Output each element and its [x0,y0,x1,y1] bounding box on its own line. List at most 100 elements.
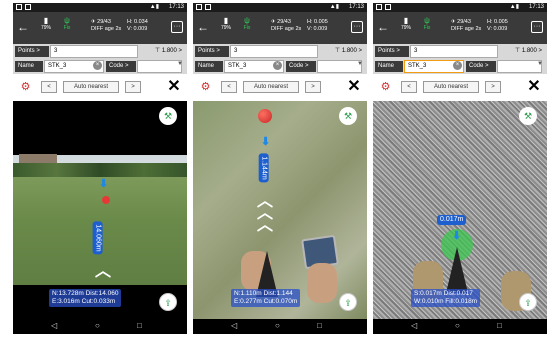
status-bar: ▲▮ 17:13 [193,3,367,12]
back-arrow-icon[interactable]: ← [197,20,209,34]
survey-pole-icon[interactable]: ⚒ [339,107,357,125]
back-arrow-icon[interactable]: ← [377,20,389,34]
code-button[interactable]: Code > [286,61,316,72]
android-nav-bar: ◁ ○ □ [373,319,547,334]
notification-icon [25,4,31,10]
guide-chevron-icon: ︿ [257,217,274,234]
guide-chevron-icon: ︿ [95,263,112,280]
nav-home-icon[interactable]: ○ [275,321,280,330]
gear-icon[interactable]: ⚙ [19,81,32,94]
target-point-marker [258,109,272,123]
code-field[interactable] [137,60,182,73]
h-precision: H: 0.005 [307,19,328,25]
app-header: ← ▮ 79% ψ Fix ✈ 29/43 DIFF age 2s H: 0.005 V… [193,12,367,44]
stakeout-toolbar: ⚙ < Auto nearest > ✕ [373,74,547,101]
stakeout-icon[interactable]: ⇪ [339,293,357,311]
points-field[interactable]: 3 [230,45,318,58]
next-point-button[interactable]: > [485,81,501,93]
nav-home-icon[interactable]: ○ [95,321,100,330]
nav-home-icon[interactable]: ○ [455,321,460,330]
code-field[interactable] [497,60,542,73]
fix-indicator: ψ Fix [419,16,435,31]
stakeout-icon[interactable]: ⇪ [519,293,537,311]
dropdown-icon[interactable]: ▼ [357,61,363,67]
stake-mode-button[interactable]: Auto nearest [423,81,479,93]
nav-back-icon[interactable]: ◁ [51,321,57,330]
antenna-height-button[interactable]: ⊤ 1.800 > [335,47,362,56]
points-field[interactable]: 3 [410,45,498,58]
close-icon[interactable]: ✕ [345,78,363,96]
previous-point-button[interactable]: < [41,81,57,93]
signal-icon: ▲▮ [509,4,519,10]
previous-point-button[interactable]: < [401,81,417,93]
clear-icon[interactable]: × [273,61,282,70]
signal-icon: ▲▮ [149,4,159,10]
diff-age: DIFF age 2s [271,26,302,32]
previous-point-button[interactable]: < [221,81,237,93]
points-field[interactable]: 3 [50,45,138,58]
back-arrow-icon[interactable]: ← [17,20,29,34]
pole-height-icon: ⊤ [154,48,162,54]
clock: 17:13 [528,4,544,10]
more-menu-icon[interactable]: ··· [351,21,363,33]
android-nav-bar: ◁ ○ □ [13,319,187,334]
code-button[interactable]: Code > [106,61,136,72]
camera-view: ⚒ ⬇ 1.144m ︿ ︿ ︿ N:1.110m Dist:1.144 E:0.… [193,101,367,319]
gear-icon[interactable]: ⚙ [199,81,212,94]
stakeout-toolbar: ⚙ < Auto nearest > ✕ [13,74,187,101]
close-icon[interactable]: ✕ [165,78,183,96]
offset-readout: N:13.728m Dist:14.060 E:3.016m Cut:0.033m [49,289,122,307]
points-button[interactable]: Points > [15,46,49,57]
stake-mode-button[interactable]: Auto nearest [63,81,119,93]
gear-icon[interactable]: ⚙ [379,81,392,94]
nav-recents-icon[interactable]: □ [497,321,502,330]
name-label: Name [195,61,223,72]
survey-pole-icon[interactable]: ⚒ [159,107,177,125]
nav-recents-icon[interactable]: □ [137,321,142,330]
nav-back-icon[interactable]: ◁ [411,321,417,330]
points-row: Points > 3 ⊤ 1.800 > [373,44,547,59]
v-precision: V: 0.009 [487,26,508,32]
nav-back-icon[interactable]: ◁ [231,321,237,330]
notification-icon [16,4,22,10]
satellite-count: 29/43 [457,19,471,25]
pole-height-icon: ⊤ [334,48,342,54]
next-point-button[interactable]: > [305,81,321,93]
pole-tip [446,247,468,293]
antenna-height-button[interactable]: ⊤ 1.800 > [155,47,182,56]
camera-view: ⚒ 0.017m ⬇ S:0.017m Dist:0.017 W:0.010m F… [373,101,547,319]
clock: 17:13 [168,4,184,10]
diff-age: DIFF age 2s [451,26,482,32]
battery-indicator: ▮ 79% [220,16,231,31]
clear-icon[interactable]: × [93,61,102,70]
name-label: Name [375,61,403,72]
phone-screen-2: ▲▮ 17:13 ← ▮ 79% ψ Fix ✈ 29/43 DIFF age 2s … [193,3,367,334]
satellite-fix-icon: ψ [244,16,250,25]
code-field[interactable] [317,60,362,73]
phone-screen-3: ▲▮ 17:13 ← ▮ 79% ψ Fix ✈ 29/43 DIFF age 2s … [373,3,547,334]
fix-indicator: ψ Fix [239,16,255,31]
survey-pole-icon[interactable]: ⚒ [519,107,537,125]
dropdown-icon[interactable]: ▼ [177,61,183,67]
camera-view: ⚒ ⬇ 14.060m ︿ N:13.728m Dist:14.060 E:3.0… [13,101,187,319]
clear-icon[interactable]: × [453,61,462,70]
points-button[interactable]: Points > [195,46,229,57]
next-point-button[interactable]: > [125,81,141,93]
satellite-count: 29/43 [277,19,291,25]
satellite-fix-icon: ψ [424,16,430,25]
notification-icon [196,4,202,10]
code-button[interactable]: Code > [466,61,496,72]
stake-mode-button[interactable]: Auto nearest [243,81,299,93]
android-nav-bar: ◁ ○ □ [193,319,367,334]
status-bar: ▲▮ 17:13 [373,3,547,12]
close-icon[interactable]: ✕ [525,78,543,96]
more-menu-icon[interactable]: ··· [171,21,183,33]
dropdown-icon[interactable]: ▼ [537,61,543,67]
stakeout-icon[interactable]: ⇪ [159,293,177,311]
points-button[interactable]: Points > [375,46,409,57]
antenna-height-button[interactable]: ⊤ 1.800 > [515,47,542,56]
nav-recents-icon[interactable]: □ [317,321,322,330]
signal-icon: ▲▮ [329,4,339,10]
name-row: Name STK_3 × Code > ▼ [13,59,187,74]
more-menu-icon[interactable]: ··· [531,21,543,33]
